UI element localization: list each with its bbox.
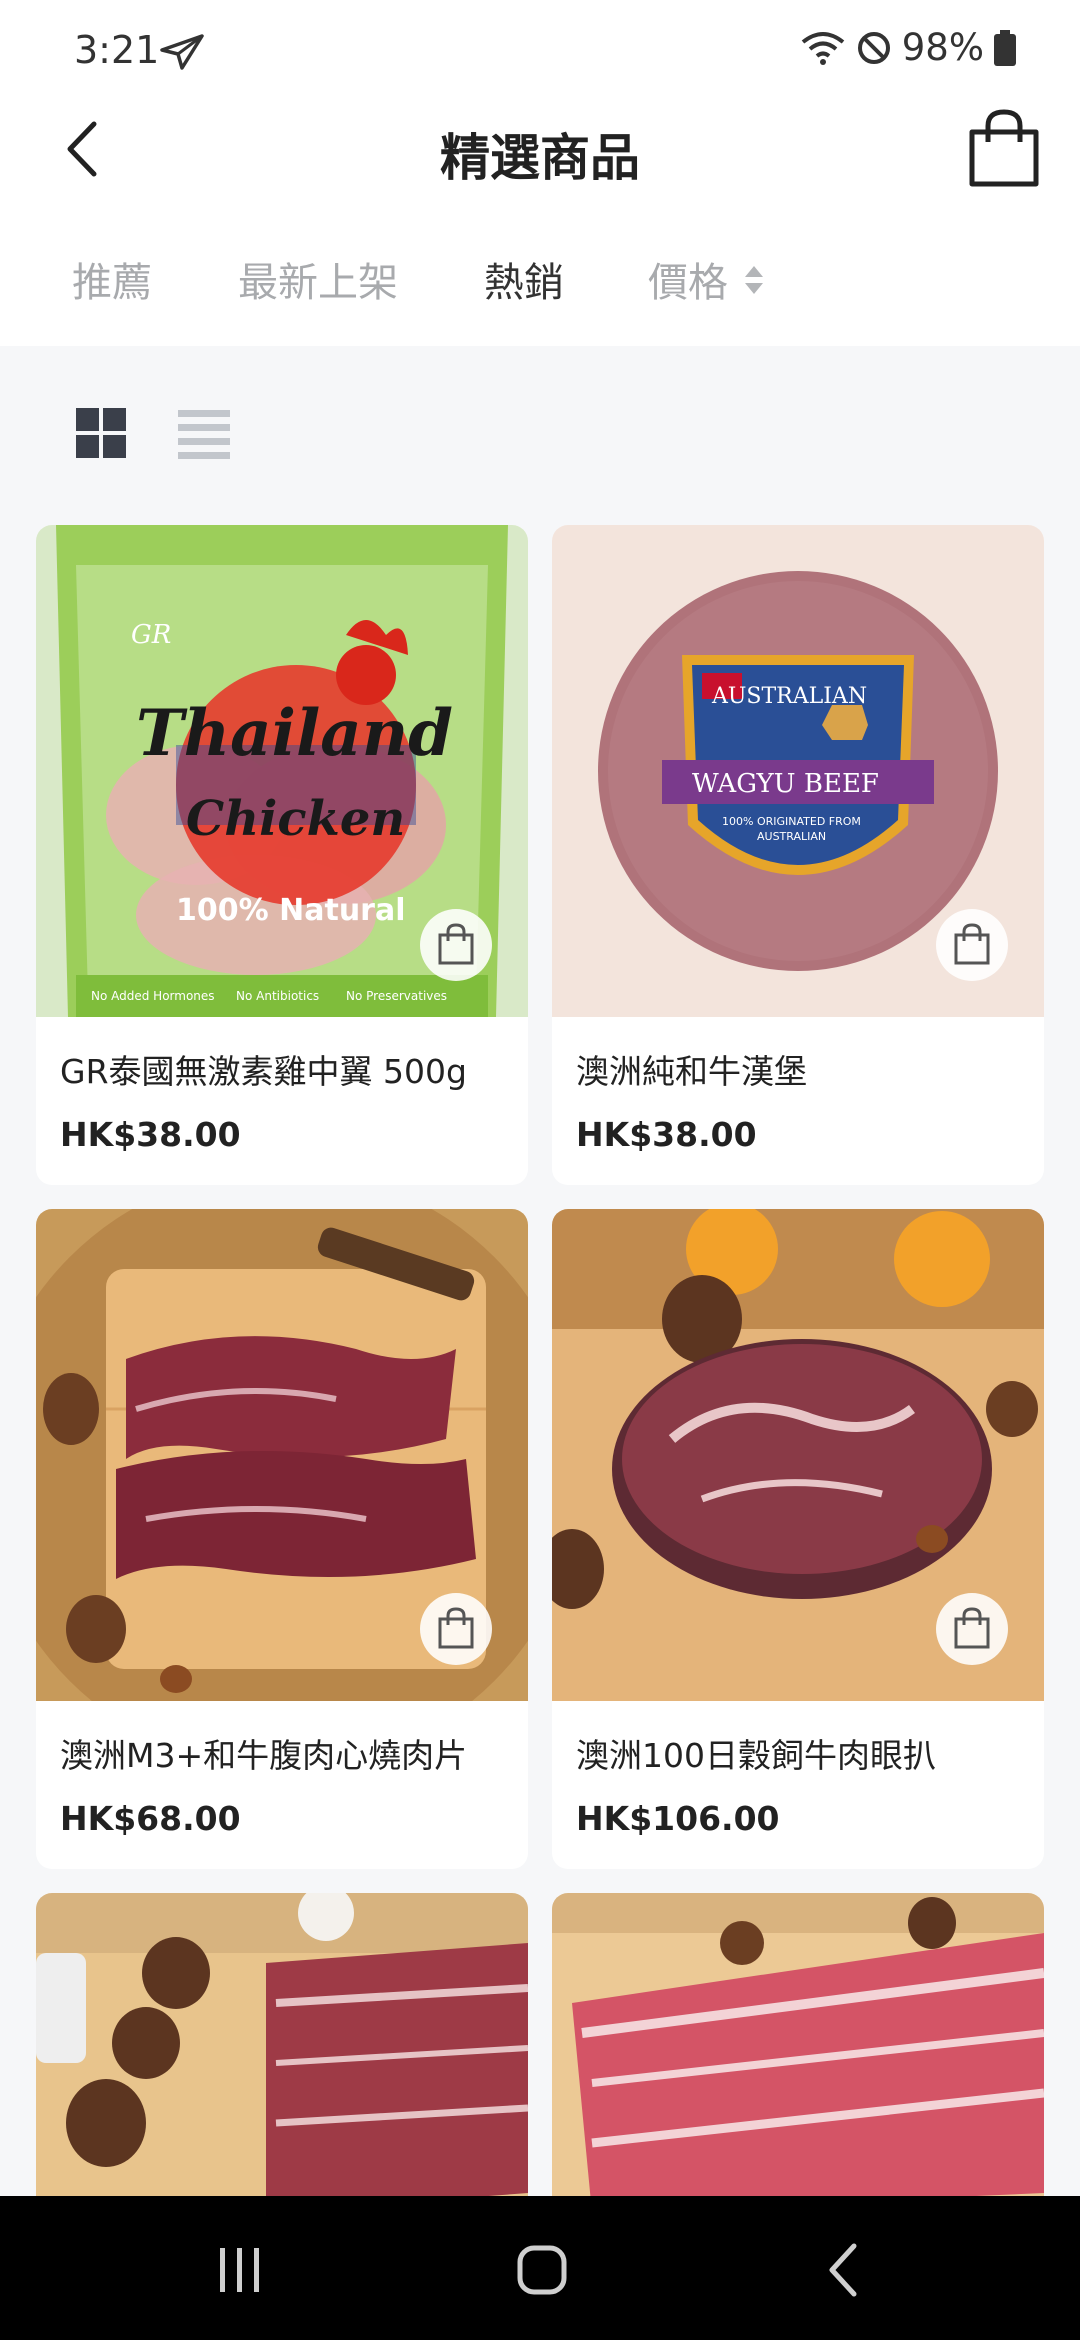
shopping-bag-icon: [438, 1607, 474, 1649]
system-nav-bar: [0, 2196, 1080, 2340]
back-icon[interactable]: [816, 2240, 876, 2300]
tab-price[interactable]: 價格: [648, 250, 728, 308]
add-to-cart-button[interactable]: [936, 1593, 1008, 1665]
product-name[interactable]: GR泰國無激素雞中翼 500g: [60, 1045, 467, 1093]
sort-icon[interactable]: [742, 262, 766, 298]
page-title: 精選商品: [440, 129, 640, 187]
shopping-bag-icon[interactable]: [966, 108, 1042, 188]
product-price: HK$38.00: [576, 1115, 757, 1154]
header: 精選商品: [0, 100, 1080, 200]
tab-newest[interactable]: 最新上架: [238, 250, 398, 308]
product-card[interactable]: [36, 1893, 528, 2196]
top-bar: 3:21 98% 精選商品 推薦 最新上架 熱銷 價格: [0, 0, 1080, 346]
view-toggle: [76, 408, 256, 464]
product-card[interactable]: AUSTRALIAN WAGYU BEEF 100% ORIGINATED FR…: [552, 525, 1044, 1185]
image-brand-text: No Antibiotics: [236, 989, 319, 1003]
filter-tabs: 推薦 最新上架 熱銷 價格: [0, 240, 1080, 320]
image-brand-text: AUSTRALIAN: [757, 830, 826, 843]
add-to-cart-button[interactable]: [420, 1593, 492, 1665]
add-to-cart-button[interactable]: [420, 909, 492, 981]
tab-best-selling[interactable]: 熱銷: [484, 250, 564, 308]
image-brand-text: 100% ORIGINATED FROM: [722, 815, 861, 828]
product-card[interactable]: 澳洲M3+和牛腹肉心燒肉片 HK$68.00: [36, 1209, 528, 1869]
list-view-icon[interactable]: [178, 408, 230, 460]
product-card[interactable]: Thailand Chicken 100% Natural GR No Adde…: [36, 525, 528, 1185]
battery-icon: [994, 29, 1016, 66]
send-icon: [160, 34, 204, 70]
product-price: HK$38.00: [60, 1115, 241, 1154]
product-card[interactable]: [552, 1893, 1044, 2196]
product-price: HK$68.00: [60, 1799, 241, 1838]
image-brand-text: Thailand: [136, 696, 453, 771]
shopping-bag-icon: [954, 923, 990, 965]
do-not-disturb-icon: [857, 31, 890, 64]
product-card[interactable]: 澳洲100日穀飼牛肉眼扒 HK$106.00: [552, 1209, 1044, 1869]
image-brand-text: GR: [131, 620, 171, 650]
wifi-icon: [801, 31, 844, 65]
grid-view-icon[interactable]: [76, 408, 126, 458]
product-price: HK$106.00: [576, 1799, 780, 1838]
image-brand-text: Chicken: [186, 791, 405, 847]
image-brand-text: WAGYU BEEF: [692, 769, 879, 799]
image-brand-text: AUSTRALIAN: [711, 684, 867, 709]
status-bar: 3:21 98%: [0, 0, 1080, 100]
recent-apps-icon[interactable]: [210, 2240, 270, 2300]
product-name[interactable]: 澳洲M3+和牛腹肉心燒肉片: [60, 1729, 467, 1777]
battery-percent: 98%: [901, 26, 984, 69]
image-brand-text: No Added Hormones: [91, 989, 215, 1003]
status-indicators: 98%: [800, 26, 1016, 69]
image-brand-text: No Preservatives: [346, 989, 447, 1003]
tab-recommended[interactable]: 推薦: [72, 250, 152, 308]
product-image[interactable]: [552, 1893, 1044, 2196]
image-brand-text: 100% Natural: [176, 893, 406, 928]
shopping-bag-icon: [438, 923, 474, 965]
product-image[interactable]: [36, 1893, 528, 2196]
home-icon[interactable]: [512, 2240, 572, 2300]
add-to-cart-button[interactable]: [936, 909, 1008, 981]
product-name[interactable]: 澳洲純和牛漢堡: [576, 1045, 807, 1093]
status-time: 3:21: [74, 28, 160, 72]
product-name[interactable]: 澳洲100日穀飼牛肉眼扒: [576, 1729, 936, 1777]
shopping-bag-icon: [954, 1607, 990, 1649]
